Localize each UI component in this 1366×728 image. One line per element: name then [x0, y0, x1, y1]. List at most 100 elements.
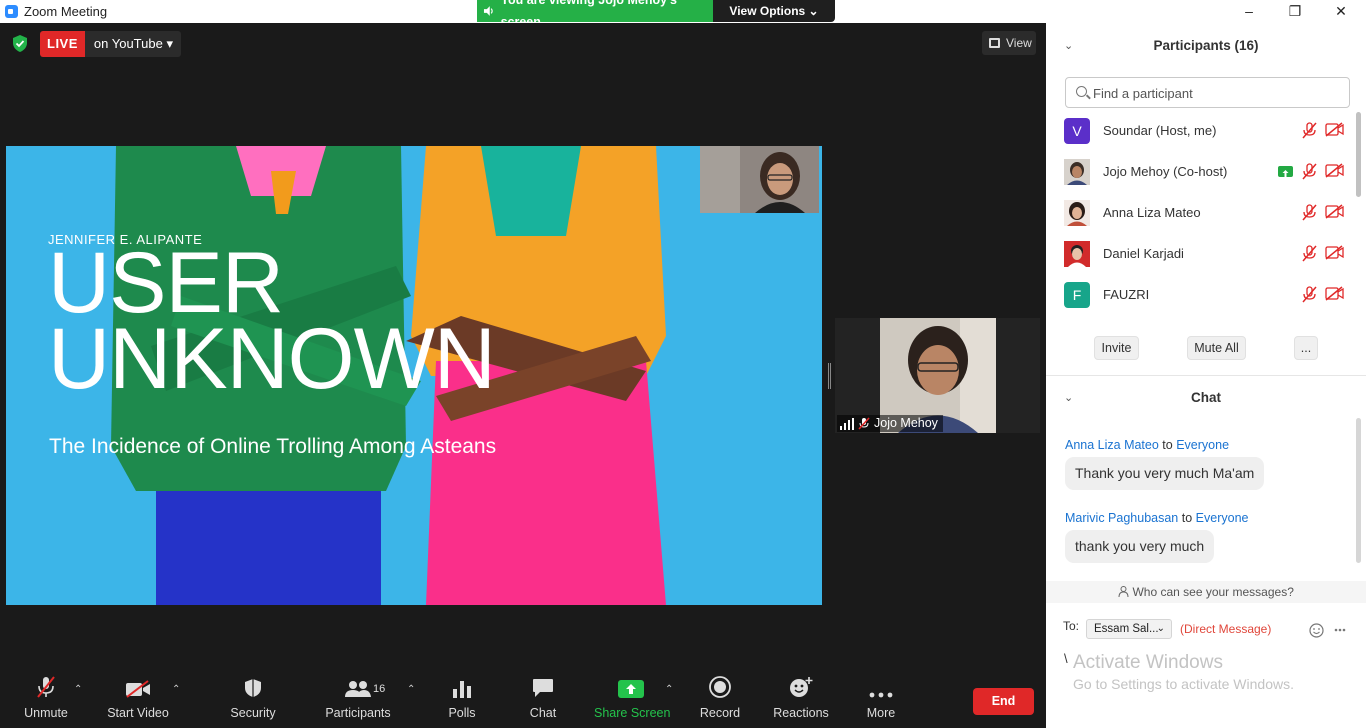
minimize-button[interactable]: – [1226, 0, 1272, 23]
chat-message-bubble: Thank you very much Ma'am [1065, 457, 1265, 490]
live-badge: LIVE [40, 31, 85, 57]
reactions-icon [790, 677, 813, 697]
chat-scrollbar[interactable] [1356, 418, 1361, 563]
chat-sender[interactable]: Anna Liza Mateo [1065, 438, 1159, 452]
meeting-stage: LIVE on YouTube ▾ View JENNIFER E. ALIPA… [0, 23, 1046, 728]
screen-share-banner: You are viewing Jojo Mehoy's screen View… [477, 0, 835, 29]
chat-more-icon[interactable] [1334, 628, 1346, 632]
security-button[interactable]: Security [225, 670, 281, 728]
participant-name: Jojo Mehoy (Co-host) [1103, 164, 1228, 179]
start-video-label: Start Video [107, 706, 169, 720]
mute-all-button[interactable]: Mute All [1187, 336, 1246, 360]
participant-row[interactable]: Anna Liza Mateo [1046, 193, 1356, 234]
zoom-logo-icon [5, 5, 18, 18]
invite-button[interactable]: Invite [1094, 336, 1139, 360]
avatar [1064, 159, 1090, 185]
avatar: V [1064, 118, 1090, 144]
activate-windows-title: Activate Windows [1073, 652, 1223, 673]
chevron-down-icon: ⌄ [1156, 623, 1165, 634]
share-screen-button[interactable]: Share Screen [594, 670, 671, 728]
avatar-photo-image [1064, 200, 1090, 226]
participant-name: Jojo Mehoy [874, 416, 938, 430]
video-off-icon [1325, 122, 1344, 137]
share-options-caret[interactable]: ⌃ [665, 684, 673, 695]
grid-view-icon [989, 38, 1000, 48]
avatar [1064, 241, 1090, 267]
search-icon [1076, 86, 1087, 97]
zoom-app: Zoom Meeting – ❐ ✕ You are viewing Jojo … [0, 0, 1366, 728]
restore-button[interactable]: ❐ [1272, 0, 1318, 23]
video-off-icon [1325, 163, 1344, 178]
share-screen-icon [618, 680, 644, 698]
security-shield-icon [245, 679, 261, 697]
chat-button[interactable]: Chat [521, 670, 565, 728]
participant-row[interactable]: V Soundar (Host, me) [1046, 111, 1356, 152]
more-button[interactable]: More [857, 670, 905, 728]
side-panel: ⌄ Participants (16) V Soundar (Host, me)… [1046, 23, 1366, 728]
audio-options-caret[interactable]: ⌃ [74, 684, 82, 695]
who-can-see-messages-link[interactable]: Who can see your messages? [1046, 581, 1366, 603]
slide-title-line2: UNKNOWN [48, 311, 496, 407]
panel-resize-handle[interactable] [828, 363, 831, 389]
chat-to-word: to [1162, 438, 1173, 452]
speaker-icon [483, 6, 493, 16]
polls-button[interactable]: Polls [440, 670, 484, 728]
who-can-see-text: Who can see your messages? [1132, 585, 1294, 599]
end-meeting-button[interactable]: End [973, 688, 1034, 715]
screen-share-badge-icon [1278, 166, 1293, 177]
presenter-video-thumbnail [700, 146, 819, 213]
participant-name-tag: Jojo Mehoy [837, 415, 943, 432]
muted-mic-icon [1302, 286, 1317, 303]
participant-search-input[interactable] [1093, 83, 1343, 103]
recipient-dropdown[interactable]: Essam Sal... ⌄ [1086, 619, 1172, 639]
muted-mic-icon [1302, 204, 1317, 221]
video-off-icon [126, 680, 150, 698]
chat-recipient[interactable]: Everyone [1196, 511, 1249, 525]
participant-row[interactable]: Daniel Karjadi [1046, 234, 1356, 275]
start-video-button[interactable]: Start Video [104, 670, 172, 728]
avatar-photo-image [1064, 159, 1090, 185]
recipient-value: Essam Sal... [1094, 623, 1159, 635]
video-off-icon [1325, 286, 1344, 301]
video-options-caret[interactable]: ⌃ [172, 684, 180, 695]
window-title: Zoom Meeting [24, 4, 108, 19]
chat-message-header: Marivic Paghubasan to Everyone [1065, 511, 1248, 525]
participant-video-tile[interactable]: Jojo Mehoy [835, 318, 1040, 433]
view-options-button[interactable]: View Options ⌄ [713, 0, 835, 22]
muted-mic-icon [858, 417, 870, 430]
unmute-button[interactable]: Unmute [17, 670, 75, 728]
reactions-button[interactable]: Reactions [770, 670, 832, 728]
participant-search[interactable] [1065, 77, 1350, 108]
live-stream-indicator[interactable]: LIVE on YouTube ▾ [40, 31, 181, 57]
close-button[interactable]: ✕ [1318, 0, 1364, 23]
participants-scrollbar[interactable] [1356, 112, 1361, 197]
view-button[interactable]: View [982, 31, 1036, 55]
record-button[interactable]: Record [697, 670, 743, 728]
video-off-icon [1325, 204, 1344, 219]
participant-row[interactable]: Jojo Mehoy (Co-host) [1046, 152, 1356, 193]
encryption-shield-icon[interactable] [12, 35, 28, 52]
muted-mic-icon [1302, 245, 1317, 262]
chat-to-word: to [1181, 511, 1193, 525]
chat-input[interactable]: \ [1064, 651, 1068, 666]
live-destination-dropdown[interactable]: on YouTube ▾ [84, 31, 181, 57]
participant-name: Anna Liza Mateo [1103, 205, 1201, 220]
participants-button[interactable]: 16 Participants [322, 670, 394, 728]
share-screen-label: Share Screen [594, 706, 671, 720]
section-divider [1046, 375, 1366, 376]
record-label: Record [699, 706, 741, 720]
chat-recipient[interactable]: Everyone [1176, 438, 1229, 452]
participants-more-button[interactable]: ... [1294, 336, 1318, 360]
emoji-icon[interactable] [1309, 623, 1324, 638]
chat-sender[interactable]: Marivic Paghubasan [1065, 511, 1178, 525]
person-icon [1118, 586, 1129, 598]
signal-strength-icon [840, 417, 854, 430]
viewing-indicator: You are viewing Jojo Mehoy's screen [477, 0, 713, 29]
participant-row[interactable]: F FAUZRI [1046, 275, 1356, 316]
participant-name: FAUZRI [1103, 287, 1150, 302]
security-label: Security [230, 706, 276, 720]
view-label: View [1006, 36, 1032, 50]
video-off-icon [1325, 245, 1344, 260]
participants-options-caret[interactable]: ⌃ [407, 684, 415, 695]
more-dots-icon [869, 692, 893, 698]
